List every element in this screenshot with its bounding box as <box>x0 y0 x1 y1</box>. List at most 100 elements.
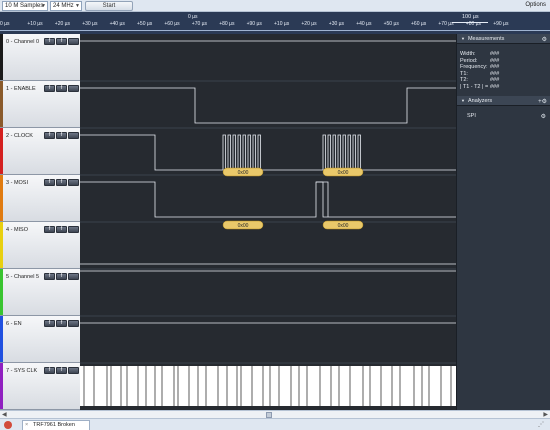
samples-select[interactable]: 10 M Samples ▼ <box>2 1 48 11</box>
decode-value: 0x00 <box>338 170 349 176</box>
decode-value: 0x00 <box>338 223 349 229</box>
trigger-button[interactable]: f <box>44 85 55 92</box>
options-menu[interactable]: Options <box>525 2 546 8</box>
ruler-tick-label: +60 µs <box>411 21 427 27</box>
settings-icon[interactable]: ⚙ <box>542 35 547 45</box>
add-analyzer-icon[interactable]: +⚙ <box>538 97 547 107</box>
chevron-down-icon: ▼ <box>41 3 46 9</box>
ruler-tick-label: +50 µs <box>383 21 399 27</box>
channel-header[interactable]: 3 - MOSI f f <box>0 175 80 222</box>
trigger-button[interactable]: f <box>56 179 67 186</box>
collapse-triangle-icon: ▼ <box>461 98 465 103</box>
capture-tab-label: TRF7961 Broken Signals <box>33 422 75 428</box>
channel-settings-button[interactable] <box>68 226 79 233</box>
measurement-row: | T1 - T2 | = ### <box>460 84 499 90</box>
channel-header[interactable]: 5 - Channel 5 ff <box>0 269 80 316</box>
ruler-scale-label: 100 µs <box>462 14 479 20</box>
horizontal-scrollbar[interactable]: ◀ ▶ <box>0 410 550 418</box>
channel-name: 3 - MOSI <box>6 180 29 186</box>
trigger-button[interactable]: f <box>44 179 55 186</box>
measurement-label: Frequency: <box>460 64 488 70</box>
channel-buttons: ff <box>44 273 79 280</box>
channel-color-stripe <box>0 222 3 268</box>
ruler-tick-label: +60 µs <box>164 21 180 27</box>
channel-color-stripe <box>0 34 3 80</box>
mosi-trace <box>80 181 456 218</box>
channel-settings-button[interactable] <box>68 132 79 139</box>
trigger-button[interactable]: f <box>56 38 67 45</box>
analyzer-item-spi[interactable]: SPI <box>467 113 476 119</box>
ruler-tick-label: +90 µs <box>246 21 262 27</box>
side-panel: ▼ Measurements ⚙ Width: ### Period: ### Frequ… <box>456 34 550 410</box>
waveform-area[interactable]: 0x00 0x00 0x00 0x00 <box>80 34 456 410</box>
decode-value: 0x00 <box>238 223 249 229</box>
channel-color-stripe <box>0 363 3 409</box>
chevron-down-icon: ▼ <box>75 3 80 9</box>
ruler-zero-label: 0 µs <box>188 14 198 20</box>
measurement-label: Width: <box>460 51 476 57</box>
measurements-header[interactable]: ▼ Measurements ⚙ <box>457 34 550 44</box>
measurement-row: T1: ### <box>460 71 499 77</box>
measurements-title: Measurements <box>467 36 505 42</box>
capture-tab[interactable]: × TRF7961 Broken Signals <box>22 420 90 430</box>
measurement-value: ### <box>490 77 500 83</box>
channel-settings-button[interactable] <box>68 38 79 45</box>
channel-name: 6 - EN <box>6 321 22 327</box>
rate-value: 24 MHz <box>53 3 74 9</box>
trigger-button[interactable]: f <box>56 320 67 327</box>
ruler-tick-label: +30 µs <box>82 21 98 27</box>
resize-grip-icon[interactable]: ⋰ <box>538 421 544 428</box>
channel-name: 5 - Channel 5 <box>6 274 40 280</box>
time-ruler[interactable]: 0 µs 100 µs 0 µs +10 µs +20 µs +30 µs +40 µs… <box>0 12 550 34</box>
measurement-label: T2: <box>460 77 468 83</box>
ruler-tick-label: +10 µs <box>274 21 290 27</box>
ruler-tick-label: 0 µs <box>0 21 10 27</box>
rate-select[interactable]: 24 MHz ▼ <box>50 1 82 11</box>
samples-value: 10 M Samples <box>5 3 44 9</box>
measurement-row: Frequency: ### <box>460 64 499 70</box>
close-icon[interactable]: × <box>25 421 28 430</box>
channel-settings-button[interactable] <box>68 367 79 374</box>
trigger-button[interactable]: f <box>56 273 67 280</box>
channel-buttons: ff <box>44 320 79 327</box>
trigger-button[interactable]: f <box>44 132 55 139</box>
ruler-tick-label: +10 µs <box>27 21 43 27</box>
trigger-button[interactable]: f <box>56 226 67 233</box>
analyzers-header[interactable]: ▼ Analyzers +⚙ <box>457 96 550 106</box>
channel-name: 7 - SYS CLK <box>6 368 38 374</box>
channel-buttons: ff <box>44 367 79 374</box>
trigger-button[interactable]: f <box>56 132 67 139</box>
channel-name: 1 - ENABLE <box>6 86 36 92</box>
channel-header[interactable]: 0 - Channel 0 ff <box>0 34 80 81</box>
ruler-tick-label: +80 µs <box>219 21 235 27</box>
channel-header[interactable]: 6 - EN f f <box>0 316 80 363</box>
channel-buttons: ff <box>44 132 79 139</box>
measurement-value: ### <box>490 51 500 57</box>
trigger-button[interactable]: f <box>44 38 55 45</box>
channel-header[interactable]: 7 - SYS CLK f f <box>0 363 80 410</box>
channel-settings-button[interactable] <box>68 320 79 327</box>
ruler-tick-label: +40 µs <box>356 21 372 27</box>
channel-header[interactable]: 1 - ENABLE f f <box>0 81 80 128</box>
trigger-button[interactable]: f <box>44 273 55 280</box>
status-bar: × TRF7961 Broken Signals ⋰ <box>0 418 550 430</box>
start-button[interactable]: Start <box>85 1 133 11</box>
channel-header[interactable]: 2 - CLOCK f f <box>0 128 80 175</box>
channel-settings-button[interactable] <box>68 85 79 92</box>
collapse-triangle-icon: ▼ <box>461 36 465 41</box>
trigger-button[interactable]: f <box>44 226 55 233</box>
measurement-row: Width: ### <box>460 51 499 57</box>
ruler-tick-label: +30 µs <box>328 21 345 27</box>
trigger-button[interactable]: f <box>44 320 55 327</box>
channel-buttons: ff <box>44 179 79 186</box>
ruler-tick-label: +20 µs <box>54 21 71 27</box>
channel-color-stripe <box>0 128 3 174</box>
trigger-button[interactable]: f <box>56 367 67 374</box>
channel-name: 0 - Channel 0 <box>6 39 40 45</box>
trigger-button[interactable]: f <box>44 367 55 374</box>
channel-settings-button[interactable] <box>68 273 79 280</box>
analyzer-settings-icon[interactable]: ⚙ <box>541 113 546 120</box>
trigger-button[interactable]: f <box>56 85 67 92</box>
channel-header[interactable]: 4 - MISO f f <box>0 222 80 269</box>
channel-settings-button[interactable] <box>68 179 79 186</box>
